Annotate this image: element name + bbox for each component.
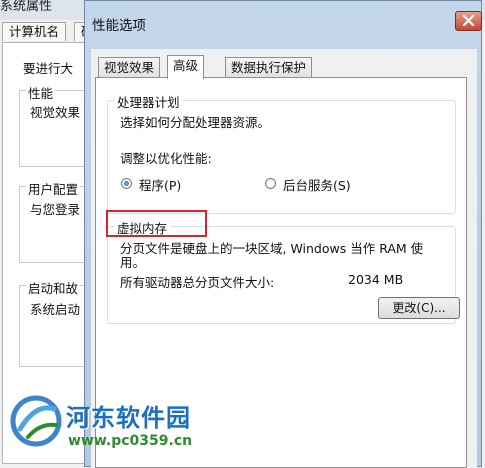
background-group-startup: 启动和故 系统启动 [19, 278, 90, 367]
close-button[interactable] [455, 11, 482, 31]
watermark-name: 河东软件园 [66, 404, 191, 432]
background-group-startup-text: 系统启动 [30, 302, 81, 317]
processor-scheduling-description: 选择如何分配处理器资源。 [120, 115, 271, 130]
background-intro-text: 要进行大 [23, 61, 74, 76]
background-group-user-profiles: 用户配置 与您登录 [19, 179, 90, 263]
virtual-memory-group: 虚拟内存 分页文件是硬盘上的一块区域, Windows 当作 RAM 使 用。 … [107, 218, 460, 324]
background-group-performance-label: 性能 [26, 83, 56, 102]
programs-radio-label[interactable]: 程序(P) [139, 175, 181, 194]
virtual-memory-description-line1: 分页文件是硬盘上的一块区域, Windows 当作 RAM 使 [120, 241, 424, 256]
adjust-performance-label: 调整以优化性能: [120, 151, 212, 166]
background-group-user-profiles-text: 与您登录 [30, 202, 81, 217]
annotation-highlight-box [106, 210, 207, 237]
background-window-title: 系统属性 [0, 0, 53, 14]
processor-scheduling-label: 处理器计划 [114, 92, 183, 111]
dialog-title: 性能选项 [92, 18, 146, 34]
tab-advanced[interactable]: 高级 [167, 55, 205, 79]
processor-scheduling-group: 处理器计划 选择如何分配处理器资源。 调整以优化性能: 程序(P) 后台服务(S… [107, 92, 456, 214]
close-icon [462, 14, 475, 27]
background-tab-computer-name[interactable]: 计算机名 [2, 22, 67, 41]
tab-data-execution-prevention[interactable]: 数据执行保护 [225, 57, 313, 77]
watermark-url: www.pc0359.cn [68, 433, 193, 449]
site-logo-icon [10, 395, 62, 447]
total-paging-file-value: 2034 MB [348, 272, 404, 287]
background-group-startup-label: 启动和故 [26, 278, 81, 297]
background-group-user-profiles-label: 用户配置 [26, 179, 81, 198]
background-group-performance-text: 视觉效果 [30, 105, 81, 120]
total-paging-file-label: 所有驱动器总分页文件大小: [120, 275, 275, 290]
change-button[interactable]: 更改(C)... [378, 297, 460, 319]
background-services-radio[interactable] [265, 178, 276, 189]
virtual-memory-description-line2: 用。 [120, 255, 146, 270]
tab-visual-effects[interactable]: 视觉效果 [98, 57, 161, 77]
background-group-performance: 性能 视觉效果 [19, 83, 90, 167]
programs-radio[interactable] [121, 178, 132, 189]
background-services-radio-label[interactable]: 后台服务(S) [283, 175, 351, 194]
